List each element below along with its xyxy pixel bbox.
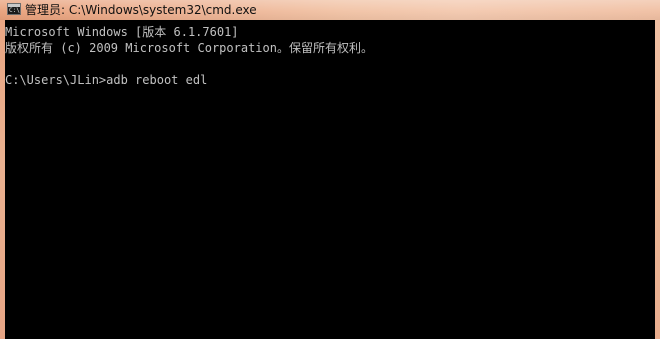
console-area[interactable]: Microsoft Windows [版本 6.1.7601] 版权所有 (c)… — [5, 20, 655, 339]
console-line-version: Microsoft Windows [版本 6.1.7601] — [5, 25, 239, 39]
cmd-icon-glyph: C:\ — [9, 7, 20, 14]
window-title: 管理员: C:\Windows\system32\cmd.exe — [25, 3, 257, 17]
title-bar[interactable]: C:\ 管理员: C:\Windows\system32\cmd.exe — [0, 0, 660, 20]
console-line-copyright: 版权所有 (c) 2009 Microsoft Corporation。保留所有… — [5, 41, 373, 55]
cmd-window: C:\ 管理员: C:\Windows\system32\cmd.exe Mic… — [0, 0, 660, 339]
cmd-icon[interactable]: C:\ — [7, 3, 21, 15]
console-line-command: C:\Users\JLin>adb reboot edl — [5, 73, 208, 87]
window-frame-right[interactable] — [655, 20, 660, 339]
